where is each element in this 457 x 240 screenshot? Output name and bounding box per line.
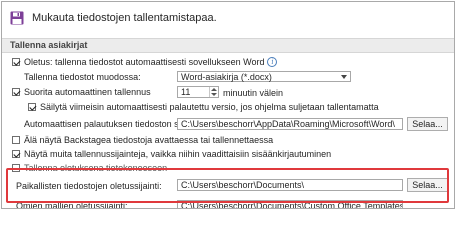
autorecover-checkbox[interactable] [12, 88, 20, 96]
stepper-down-icon[interactable] [211, 93, 217, 96]
chevron-down-icon [341, 75, 347, 79]
autorecover-unit: minuutin välein [223, 88, 284, 98]
stepper-up-icon[interactable] [211, 88, 217, 91]
autosave-label: Oletus: tallenna tiedostot automaattises… [24, 57, 265, 67]
section-header: Tallenna asiakirjat [2, 38, 454, 53]
keep-last-label: Säilytä viimeisin automaattisesti palaut… [40, 102, 379, 112]
show-more-locations-row[interactable]: Näytä muita tallennussijainteja, vaikka … [12, 149, 331, 159]
word-options-save-panel: Mukauta tiedostojen tallentamistapaa. Ta… [1, 1, 455, 209]
floppy-disk-icon [10, 11, 24, 25]
autorecover-location-value: C:\Users\beschorr\AppData\Roaming\Micros… [181, 119, 395, 129]
panel-header-text: Mukauta tiedostojen tallentamistapaa. [32, 12, 217, 24]
no-backstage-label: Älä näytä Backstagea tiedostoja avattaes… [24, 135, 274, 145]
autosave-row[interactable]: Oletus: tallenna tiedostot automaattises… [12, 57, 278, 67]
highlight-box [6, 168, 449, 203]
keep-last-checkbox[interactable] [28, 103, 36, 111]
save-format-value: Word-asiakirja (*.docx) [181, 72, 272, 82]
no-backstage-checkbox[interactable] [12, 136, 20, 144]
save-format-label: Tallenna tiedostot muodossa: [24, 72, 141, 82]
no-backstage-row[interactable]: Älä näytä Backstagea tiedostoja avattaes… [12, 135, 273, 145]
save-format-dropdown[interactable]: Word-asiakirja (*.docx) [177, 71, 351, 82]
panel-header: Mukauta tiedostojen tallentamistapaa. [10, 8, 217, 28]
section-title: Tallenna asiakirjat [10, 40, 88, 50]
autorecover-location-input[interactable]: C:\Users\beschorr\AppData\Roaming\Micros… [177, 118, 403, 130]
autorecover-location-label: Automaattisen palautuksen tiedoston sija… [24, 119, 202, 129]
autorecover-browse-button[interactable]: Selaa... [407, 117, 448, 131]
autorecover-label: Suorita automaattinen tallennus [24, 87, 151, 97]
autorecover-minutes-value: 11 [181, 87, 191, 97]
stepper-buttons[interactable] [209, 87, 218, 97]
keep-last-row[interactable]: Säilytä viimeisin automaattisesti palaut… [28, 102, 379, 112]
show-more-locations-label: Näytä muita tallennussijainteja, vaikka … [24, 149, 332, 159]
info-icon[interactable]: i [267, 57, 278, 67]
autosave-checkbox[interactable] [12, 58, 20, 66]
autorecover-minutes-stepper[interactable]: 11 [177, 86, 219, 98]
show-more-locations-checkbox[interactable] [12, 150, 20, 158]
autorecover-row[interactable]: Suorita automaattinen tallennus [12, 87, 151, 97]
